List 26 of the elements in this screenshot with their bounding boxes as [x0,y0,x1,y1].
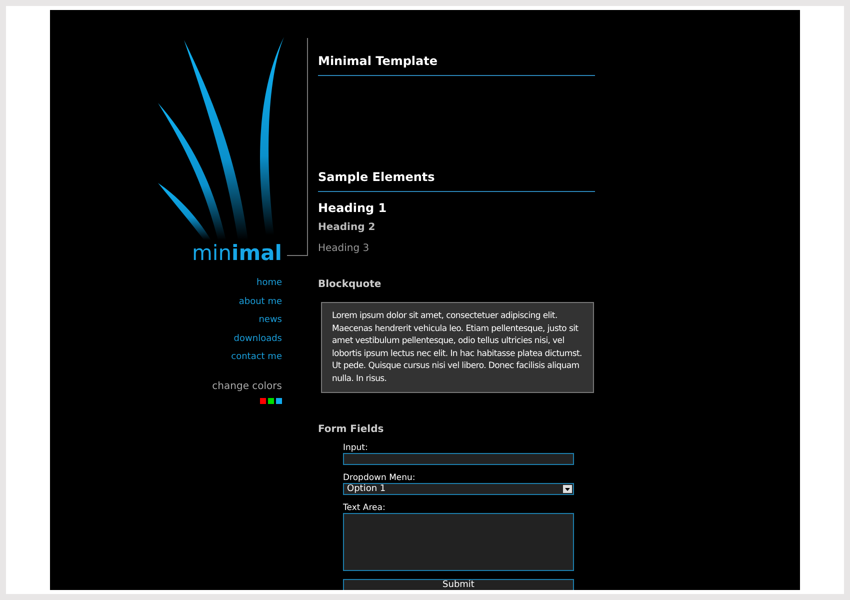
color-swatch[interactable] [276,398,282,404]
section-heading: Minimal Template [318,53,595,76]
submit-button[interactable]: Submit [343,579,574,590]
nav-link[interactable]: home [256,275,282,292]
field-label: Input: [343,443,369,453]
dropdown-arrow-icon [563,485,572,493]
field-label: Text Area: [343,503,386,513]
color-swatch[interactable] [268,398,274,404]
nav-link[interactable]: contact me [231,349,282,366]
nav-link[interactable]: news [258,312,282,328]
dropdown[interactable]: Option 1 [343,483,574,495]
section-heading: Sample Elements [318,169,595,192]
input-field[interactable] [343,453,574,465]
form-heading: Form Fields [318,423,385,437]
field-label: Dropdown Menu: [343,473,416,483]
blockquote-heading: Blockquote [318,278,382,292]
heading-text: Heading 3 [318,242,370,256]
logo: minimal [192,240,283,267]
color-swatch[interactable] [260,398,266,404]
heading-text: Heading 1 [318,200,388,216]
change-colors-label: change colors [212,380,282,394]
heading-text: Heading 2 [318,221,376,235]
nav-link[interactable]: about me [238,294,282,310]
blockquote-text: Lorem ipsum dolor sit amet, consectetuer adipiscing elit. Maecenas hendrerit vehicula leo. Etiam pellentesque, justo sit amet vestibulum pellentesque, odio tellus ultricies nisi, vel lobortis ipsum lectus nec elit. In hac habitasse platea dictumst. Ut pede. Quisque cursus nisi vel libero. Donec facilisis aliquam nulla. In risus. [332,310,583,385]
text-area[interactable] [343,513,574,571]
nav-link[interactable]: downloads [234,330,282,347]
